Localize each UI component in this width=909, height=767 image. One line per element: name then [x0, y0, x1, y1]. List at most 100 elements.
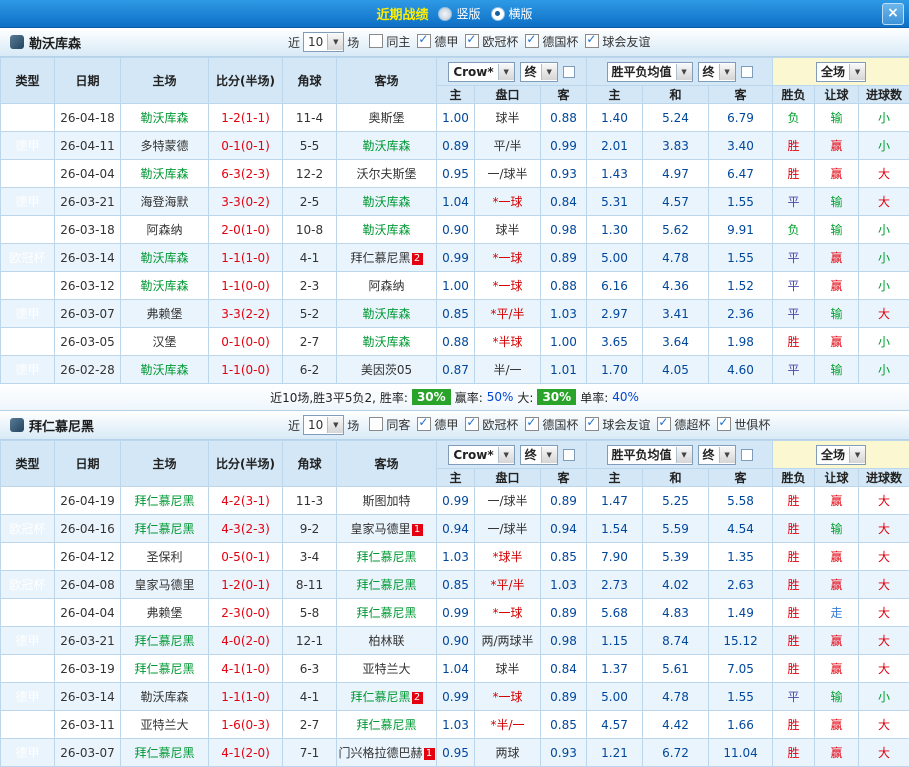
home-team-link[interactable]: 拜仁慕尼黑	[134, 522, 194, 536]
filter-checkbox[interactable]: 欧冠杯	[465, 33, 518, 50]
result-outcome: 胜	[773, 543, 815, 571]
handicap-line: 两/两球半	[475, 627, 541, 655]
away-team-link[interactable]: 亚特兰大	[362, 662, 410, 676]
result-handicap: 赢	[815, 711, 859, 739]
home-team-link[interactable]: 勒沃库森	[140, 279, 188, 293]
chevron-down-icon: ▼	[541, 447, 557, 463]
home-team-link[interactable]: 拜仁慕尼黑	[134, 746, 194, 760]
avg-select[interactable]: 胜平负均值 ▼	[607, 62, 693, 82]
scope-select[interactable]: 全场 ▼	[816, 445, 866, 465]
odds-final-select[interactable]: 终 ▼	[520, 445, 558, 465]
match-date: 26-03-07	[55, 739, 121, 767]
away-team-link[interactable]: 拜仁慕尼黑	[356, 718, 416, 732]
odds-final-checkbox[interactable]	[563, 66, 575, 78]
home-team-link[interactable]: 勒沃库森	[140, 363, 188, 377]
away-team-link[interactable]: 美因茨05	[361, 363, 412, 377]
away-team-link[interactable]: 门兴格拉德巴赫	[338, 746, 422, 760]
away-team-link[interactable]: 勒沃库森	[362, 307, 410, 321]
home-team-link[interactable]: 勒沃库森	[140, 111, 188, 125]
away-team-link[interactable]: 勒沃库森	[362, 335, 410, 349]
result-goals: 小	[859, 356, 909, 384]
home-team-link[interactable]: 勒沃库森	[140, 167, 188, 181]
corner-score: 10-8	[283, 216, 337, 244]
home-team-link[interactable]: 勒沃库森	[140, 690, 188, 704]
filter-checkbox[interactable]: 同客	[369, 416, 410, 433]
avg-home-odds: 7.90	[587, 543, 643, 571]
home-team-link[interactable]: 阿森纳	[146, 223, 182, 237]
away-team-link[interactable]: 奥斯堡	[368, 111, 404, 125]
filter-checkbox[interactable]: 欧冠杯	[465, 416, 518, 433]
away-team-link[interactable]: 沃尔夫斯堡	[356, 167, 416, 181]
layout-radio-horizontal[interactable]: 横版	[491, 5, 533, 22]
filter-checkbox[interactable]: 同主	[369, 33, 410, 50]
filter-checkbox[interactable]: 德甲	[417, 33, 458, 50]
filter-checkbox[interactable]: 球会友谊	[585, 33, 650, 50]
match-score: 0-5(0-1)	[209, 543, 283, 571]
avg-final-select[interactable]: 终 ▼	[698, 62, 736, 82]
away-team-link[interactable]: 柏林联	[368, 634, 404, 648]
home-team-link[interactable]: 弗赖堡	[146, 307, 182, 321]
away-team-link[interactable]: 拜仁慕尼黑	[356, 550, 416, 564]
avg-final-checkbox[interactable]	[741, 449, 753, 461]
home-team-link[interactable]: 弗赖堡	[146, 606, 182, 620]
match-count-select[interactable]: 10 ▼	[303, 415, 344, 435]
away-team-link-cell: 勒沃库森	[337, 328, 437, 356]
away-team-link[interactable]: 勒沃库森	[362, 223, 410, 237]
home-team-link[interactable]: 汉堡	[152, 335, 176, 349]
match-row: 欧冠杯26-03-18阿森纳2-0(1-0)10-8勒沃库森0.90球半0.98…	[1, 216, 909, 244]
home-team-link[interactable]: 勒沃库森	[140, 251, 188, 265]
home-team-link[interactable]: 海登海默	[140, 195, 188, 209]
col-date: 日期	[55, 58, 121, 104]
match-date: 26-04-12	[55, 543, 121, 571]
avg-final-checkbox[interactable]	[741, 66, 753, 78]
result-goals: 小	[859, 272, 909, 300]
away-team-link[interactable]: 斯图加特	[362, 494, 410, 508]
away-team-link[interactable]: 拜仁慕尼黑	[350, 690, 410, 704]
filter-checkbox[interactable]: 德国杯	[525, 416, 578, 433]
layout-radio-vertical[interactable]: 竖版	[438, 5, 480, 22]
home-team-link[interactable]: 拜仁慕尼黑	[134, 494, 194, 508]
result-handicap: 输	[815, 300, 859, 328]
checkbox-icon	[465, 34, 479, 48]
games-label: 场	[347, 417, 359, 434]
away-team-link[interactable]: 阿森纳	[368, 279, 404, 293]
filter-checkbox[interactable]: 球会友谊	[585, 416, 650, 433]
away-team-link[interactable]: 勒沃库森	[362, 195, 410, 209]
home-team-link[interactable]: 亚特兰大	[140, 718, 188, 732]
odds-away-water: 1.03	[541, 571, 587, 599]
scope-select[interactable]: 全场 ▼	[816, 62, 866, 82]
match-score: 6-3(2-3)	[209, 160, 283, 188]
close-button[interactable]: ×	[882, 3, 904, 25]
checkbox-icon	[585, 34, 599, 48]
home-team-link[interactable]: 多特蒙德	[140, 139, 188, 153]
avg-final-select[interactable]: 终 ▼	[698, 445, 736, 465]
away-team-link[interactable]: 拜仁慕尼黑	[356, 606, 416, 620]
filter-checkbox[interactable]: 德甲	[417, 416, 458, 433]
bookmaker-select[interactable]: Crow* ▼	[448, 445, 514, 465]
home-team-link[interactable]: 圣保利	[146, 550, 182, 564]
bookmaker-select[interactable]: Crow* ▼	[448, 62, 514, 82]
filter-bar: 近 10 ▼ 场 同主德甲欧冠杯德国杯球会友谊	[288, 28, 653, 56]
home-team-link[interactable]: 拜仁慕尼黑	[134, 662, 194, 676]
match-score: 4-0(2-0)	[209, 627, 283, 655]
away-team-link[interactable]: 拜仁慕尼黑	[356, 578, 416, 592]
away-team-link[interactable]: 皇家马德里	[350, 522, 410, 536]
games-label: 场	[347, 34, 359, 51]
filter-checkbox[interactable]: 德国杯	[525, 33, 578, 50]
filter-checkbox[interactable]: 德超杯	[657, 416, 710, 433]
odds-final-select[interactable]: 终 ▼	[520, 62, 558, 82]
avg-select[interactable]: 胜平负均值 ▼	[607, 445, 693, 465]
away-team-link[interactable]: 勒沃库森	[362, 139, 410, 153]
filter-checkbox[interactable]: 世俱杯	[717, 416, 770, 433]
avg-away-odds: 4.60	[709, 356, 773, 384]
avg-away-odds: 3.40	[709, 132, 773, 160]
home-team-link[interactable]: 拜仁慕尼黑	[134, 634, 194, 648]
match-count-select[interactable]: 10 ▼	[303, 32, 344, 52]
away-team-link[interactable]: 拜仁慕尼黑	[350, 251, 410, 265]
odds-away-water: 0.84	[541, 188, 587, 216]
odds-final-checkbox[interactable]	[563, 449, 575, 461]
select-value: 终	[521, 446, 541, 463]
result-outcome: 平	[773, 356, 815, 384]
result-goals: 大	[859, 627, 909, 655]
home-team-link[interactable]: 皇家马德里	[134, 578, 194, 592]
